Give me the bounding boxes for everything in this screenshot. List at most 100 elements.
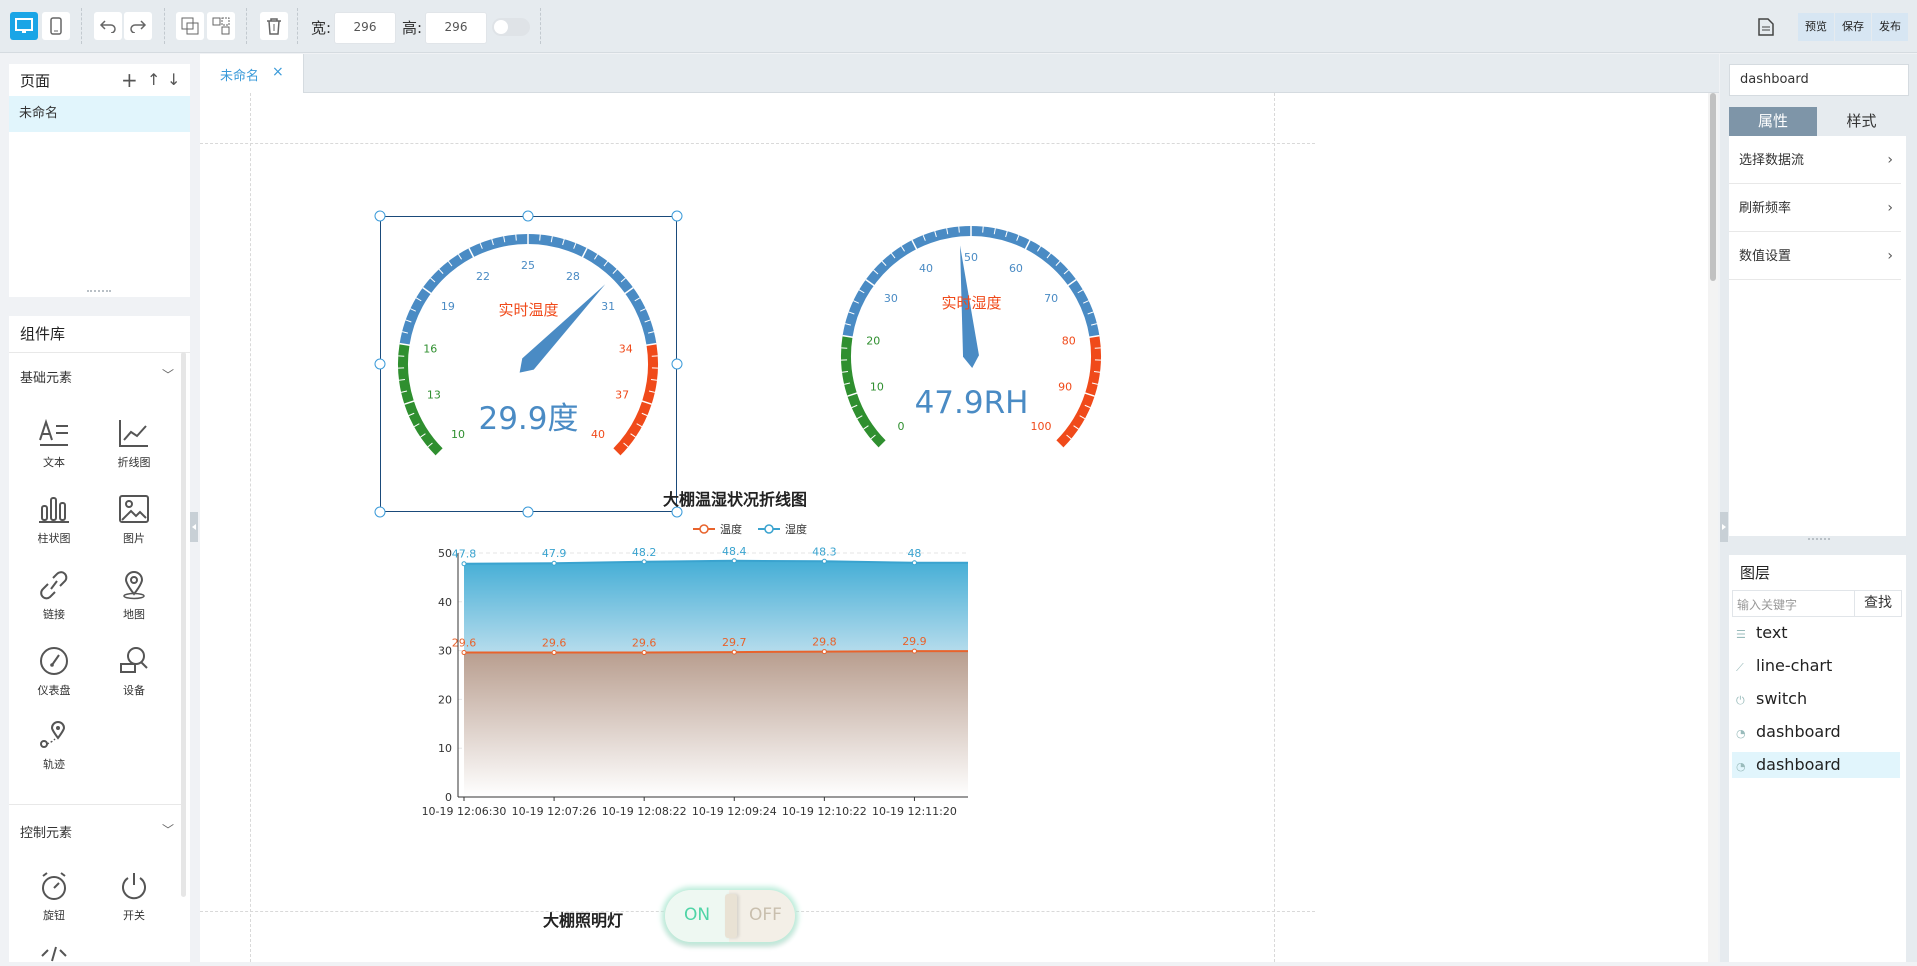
group-button[interactable] bbox=[207, 12, 235, 40]
prop-label: 选择数据流 bbox=[1739, 153, 1804, 168]
resize-handle[interactable] bbox=[87, 290, 111, 295]
gauge-title: 实时温度 bbox=[380, 299, 677, 320]
close-icon[interactable]: × bbox=[272, 64, 284, 80]
data-label: 29.8 bbox=[812, 636, 837, 649]
right-panel-collapse-handle[interactable] bbox=[1720, 512, 1728, 542]
move-up-icon[interactable]: ↑ bbox=[147, 70, 160, 89]
group-icon bbox=[212, 17, 230, 35]
page-item[interactable]: 未命名 bbox=[9, 96, 190, 132]
layer-search-input[interactable]: 输入关键字 bbox=[1737, 596, 1797, 613]
chevron-right-icon: › bbox=[1887, 137, 1893, 184]
width-input[interactable]: 296 bbox=[334, 12, 396, 44]
pages-panel: 页面 + ↑ ↓ 未命名 bbox=[9, 64, 190, 297]
layer-item-dashboard-selected[interactable]: ◔dashboard bbox=[1732, 752, 1900, 778]
caret-left-icon bbox=[190, 512, 198, 542]
scrollbar[interactable] bbox=[181, 352, 186, 897]
component-gauge[interactable]: 仪表盘 bbox=[24, 646, 84, 698]
divider bbox=[297, 8, 298, 44]
component-line-chart[interactable]: 折线图 bbox=[104, 418, 164, 470]
component-label: 柱状图 bbox=[38, 532, 71, 545]
gauge-tick-label: 16 bbox=[423, 343, 437, 356]
light-switch[interactable]: ON OFF bbox=[665, 890, 795, 942]
left-panel-collapse-handle[interactable] bbox=[190, 512, 198, 542]
tab-untitled[interactable]: 未命名 × bbox=[200, 54, 304, 93]
divider bbox=[164, 8, 165, 44]
monitor-icon bbox=[15, 18, 33, 34]
redo-button[interactable] bbox=[124, 12, 152, 40]
data-label: 47.8 bbox=[452, 548, 477, 561]
gauge-tick bbox=[516, 235, 517, 241]
data-label: 29.6 bbox=[452, 637, 477, 650]
y-tick-label: 10 bbox=[438, 742, 452, 755]
bar-chart-icon bbox=[38, 494, 70, 524]
gauge-tick bbox=[959, 227, 960, 233]
component-device[interactable]: 设备 bbox=[104, 646, 164, 698]
prop-value-settings[interactable]: 数值设置› bbox=[1729, 233, 1901, 280]
layer-item-line-chart[interactable]: ⟋line-chart bbox=[1732, 653, 1900, 679]
chevron-down-icon[interactable]: ﹀ bbox=[162, 366, 174, 383]
basic-section-title[interactable]: 基础元素 bbox=[20, 367, 72, 386]
component-link[interactable]: 链接 bbox=[24, 570, 84, 622]
publish-button[interactable]: 发布 bbox=[1872, 13, 1908, 41]
component-label: 链接 bbox=[43, 608, 65, 621]
component-switch[interactable]: 开关 bbox=[104, 871, 164, 923]
save-button[interactable]: 保存 bbox=[1835, 13, 1871, 41]
prop-data-stream[interactable]: 选择数据流 › bbox=[1729, 137, 1901, 184]
component-map[interactable]: 地图 bbox=[104, 570, 164, 622]
component-track[interactable]: 轨迹 bbox=[24, 720, 84, 772]
code-icon[interactable] bbox=[39, 946, 69, 966]
prop-refresh-rate[interactable]: 刷新频率› bbox=[1729, 185, 1901, 232]
guide-line bbox=[1274, 93, 1275, 962]
lock-ratio-toggle[interactable] bbox=[492, 18, 530, 36]
move-down-icon[interactable]: ↓ bbox=[167, 70, 180, 89]
component-library-panel: 组件库 基础元素 ﹀ 文本 折线图 柱状图 图片 链接 地图 仪表盘 设备 轨迹… bbox=[9, 316, 190, 962]
data-point bbox=[642, 560, 646, 564]
layer-item-dashboard[interactable]: ◔dashboard bbox=[1732, 719, 1900, 745]
gauge-tick bbox=[540, 235, 541, 241]
document-icon[interactable] bbox=[1758, 18, 1774, 40]
pages-title: 页面 bbox=[20, 70, 50, 91]
copy-button[interactable] bbox=[176, 12, 204, 40]
switch-knob[interactable] bbox=[725, 894, 737, 938]
x-tick-label: 10-19 12:09:24 bbox=[692, 805, 777, 818]
tab-properties[interactable]: 属性 bbox=[1729, 107, 1817, 136]
legend-marker bbox=[700, 525, 708, 533]
component-label: 文本 bbox=[43, 456, 65, 469]
undo-button[interactable] bbox=[94, 12, 122, 40]
legend-label: 湿度 bbox=[785, 522, 807, 536]
component-image[interactable]: 图片 bbox=[104, 494, 164, 546]
x-tick-label: 10-19 12:10:22 bbox=[782, 805, 867, 818]
component-text[interactable]: 文本 bbox=[24, 418, 84, 470]
height-input[interactable]: 296 bbox=[425, 12, 487, 44]
component-knob[interactable]: 旋钮 bbox=[24, 871, 84, 923]
data-point bbox=[912, 561, 916, 565]
knob-icon bbox=[38, 871, 70, 901]
undo-icon bbox=[99, 19, 117, 33]
preview-button[interactable]: 预览 bbox=[1798, 13, 1834, 41]
gauge-tick-label: 25 bbox=[521, 259, 535, 272]
layer-item-text[interactable]: ☰text bbox=[1732, 620, 1900, 646]
tab-style[interactable]: 样式 bbox=[1817, 107, 1906, 136]
desktop-view-button[interactable] bbox=[10, 12, 38, 40]
line-chart[interactable]: 0102030405029.629.629.629.729.829.947.84… bbox=[400, 508, 1080, 868]
gauge-icon bbox=[38, 646, 70, 676]
line-chart-icon: ⟋ bbox=[1736, 655, 1750, 681]
component-label: 折线图 bbox=[118, 456, 151, 469]
guide-line bbox=[250, 93, 251, 962]
temperature-gauge: 1013161922252831343740 bbox=[380, 216, 677, 512]
switch-label: 大棚照明灯 bbox=[543, 907, 623, 931]
add-page-icon[interactable]: + bbox=[121, 68, 138, 92]
x-tick-label: 10-19 12:07:26 bbox=[512, 805, 597, 818]
mobile-view-button[interactable] bbox=[42, 12, 70, 40]
component-bar-chart[interactable]: 柱状图 bbox=[24, 494, 84, 546]
layer-search-button[interactable]: 查找 bbox=[1854, 591, 1901, 616]
canvas-scrollbar[interactable] bbox=[1708, 93, 1718, 962]
resize-handle[interactable] bbox=[1808, 538, 1830, 543]
layer-item-switch[interactable]: ⏻switch bbox=[1732, 686, 1900, 712]
chevron-down-icon[interactable]: ﹀ bbox=[162, 821, 174, 838]
delete-button[interactable] bbox=[260, 12, 288, 40]
control-section-title[interactable]: 控制元素 bbox=[20, 822, 72, 841]
humidity-area bbox=[464, 561, 968, 653]
selected-component-name[interactable]: dashboard bbox=[1729, 64, 1909, 96]
scrollbar-thumb[interactable] bbox=[1710, 93, 1716, 281]
